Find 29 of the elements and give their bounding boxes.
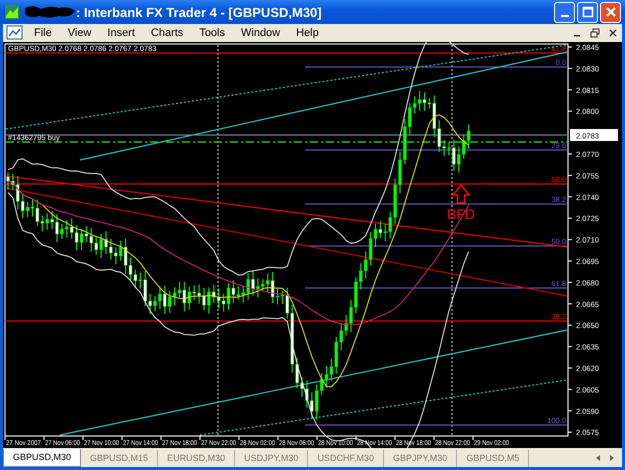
close-icon <box>604 5 618 19</box>
menu-item[interactable]: File <box>28 27 62 39</box>
redaction-mark <box>23 4 77 20</box>
minimize-button[interactable] <box>554 2 575 22</box>
chart-tab[interactable]: GBPUSD,M30 <box>3 449 82 467</box>
close-button[interactable] <box>600 2 621 22</box>
menu-item[interactable]: Charts <box>144 27 194 39</box>
menu-item[interactable]: Window <box>235 27 290 39</box>
restore-icon[interactable] <box>589 27 601 39</box>
window-title: : Interbank FX Trader 4 - [GBPUSD,M30] <box>76 4 322 20</box>
chart-tab[interactable]: USDCHF,M30 <box>308 450 384 467</box>
menu-item[interactable]: Insert <box>101 27 145 39</box>
scroll-left-icon[interactable] <box>594 454 602 462</box>
minimize-icon <box>560 15 568 17</box>
scroll-right-icon[interactable] <box>608 454 616 462</box>
close-icon[interactable] <box>607 27 619 39</box>
app-icon <box>4 4 20 20</box>
maximize-icon <box>580 5 594 19</box>
arrow-up-icon <box>451 184 471 204</box>
chart-tab[interactable]: GBPUSD,M5 <box>457 450 530 467</box>
chart-tab[interactable]: USDJPY,M30 <box>235 450 308 467</box>
menu-item[interactable]: View <box>62 27 102 39</box>
chart-tab[interactable]: EURUSD,M30 <box>158 450 236 467</box>
menu-item[interactable]: Tools <box>193 27 235 39</box>
maximize-button[interactable] <box>577 2 598 22</box>
chart-window-icon <box>6 25 24 41</box>
menu-item[interactable]: Help <box>290 27 329 39</box>
chart-tab[interactable]: GBPUSD,M15 <box>81 450 158 467</box>
chart-tab[interactable]: GBPJPY,M30 <box>384 450 458 467</box>
